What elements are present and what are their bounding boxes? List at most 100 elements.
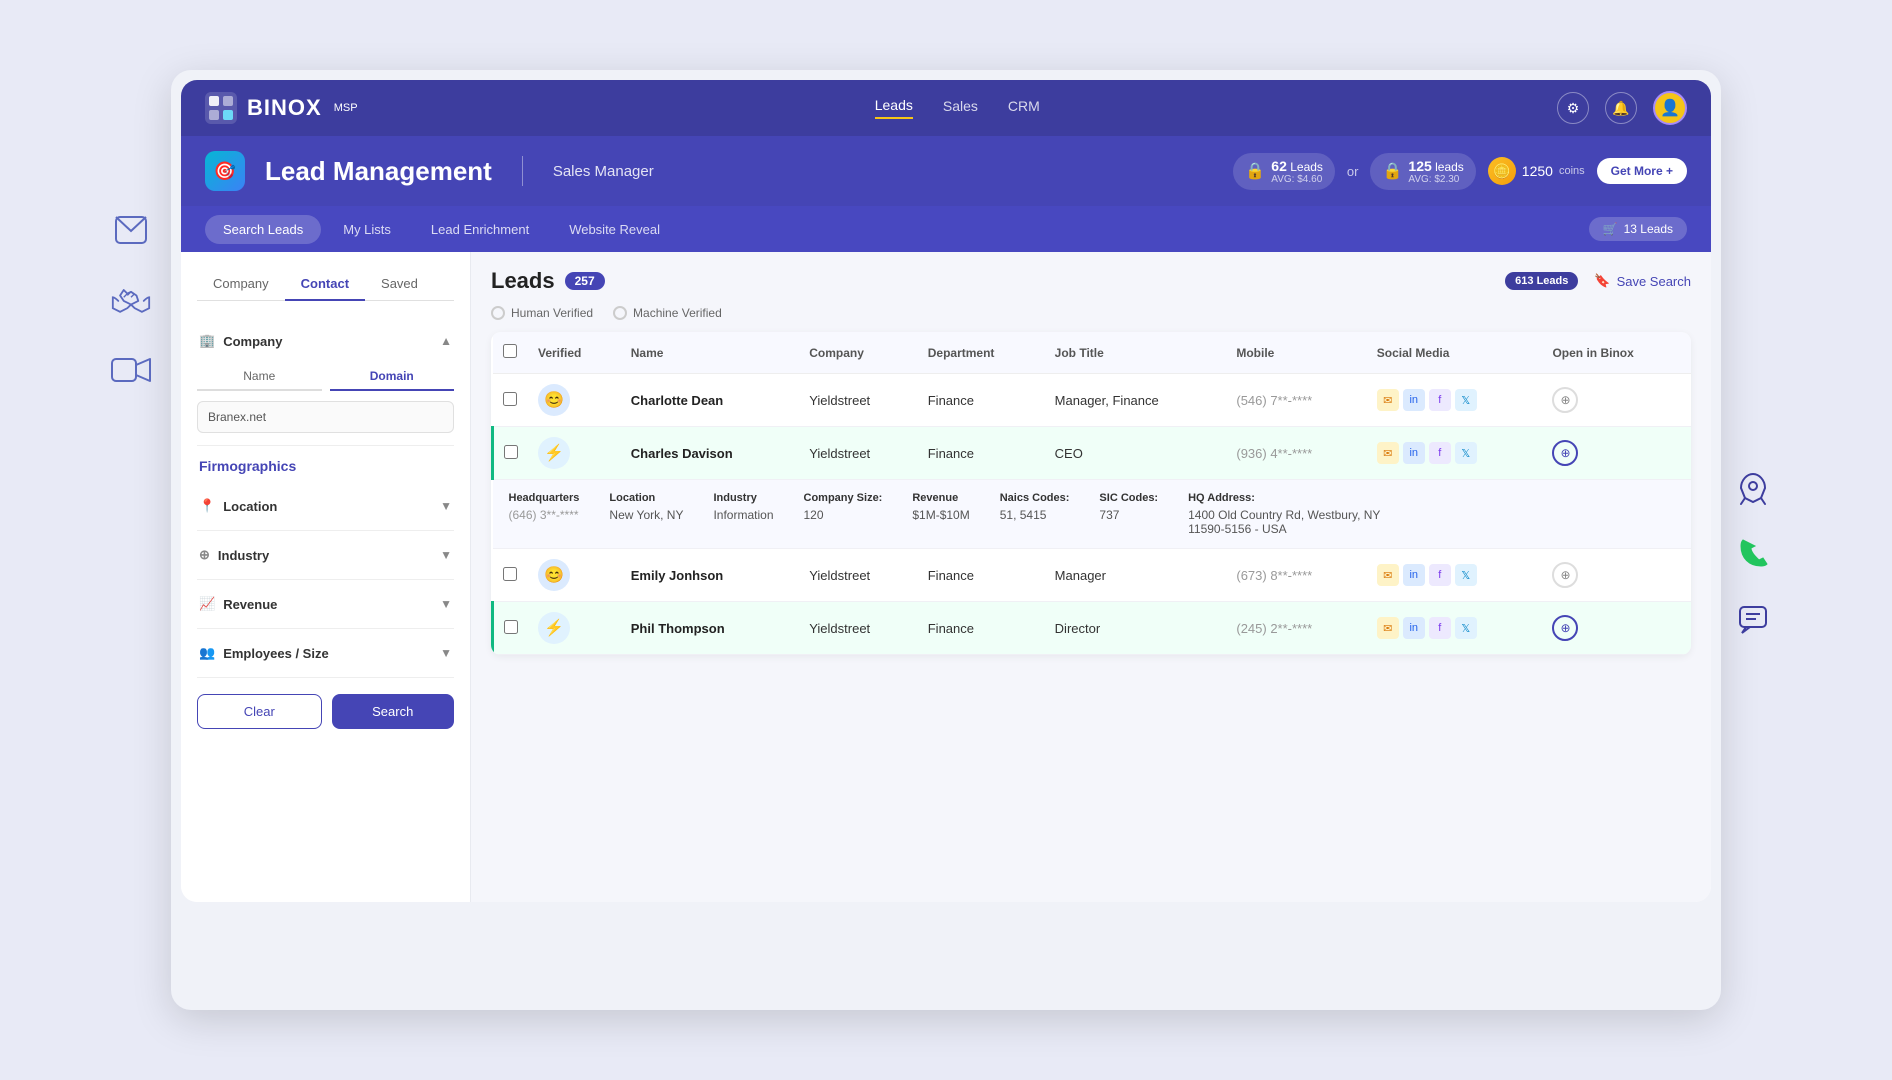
facebook-social-icon[interactable]: f (1429, 442, 1451, 464)
row-checkbox-0[interactable] (503, 392, 517, 406)
row-job-title: CEO (1045, 427, 1227, 480)
chat-icon[interactable] (1735, 602, 1771, 638)
revenue-chevron: ▼ (440, 597, 452, 611)
facebook-social-icon[interactable]: f (1429, 564, 1451, 586)
linkedin-social-icon[interactable]: in (1403, 442, 1425, 464)
notifications-icon-btn[interactable]: 🔔 (1605, 92, 1637, 124)
verified-icon: ⚡ (538, 612, 570, 644)
row-verified: 😊 (528, 374, 621, 427)
phone-masked: (546) 7**-**** (1236, 393, 1312, 408)
open-in-binox-btn[interactable]: ⊕ (1552, 615, 1578, 641)
th-verified: Verified (528, 332, 621, 374)
domain-input[interactable] (197, 401, 454, 433)
row-checkbox-1[interactable] (504, 445, 518, 459)
nav-sales[interactable]: Sales (943, 98, 978, 118)
row-job-title: Manager (1045, 549, 1227, 602)
leads-plan2-label: leads (1435, 160, 1464, 174)
twitter-social-icon[interactable]: 𝕏 (1455, 442, 1477, 464)
row-verified: ⚡ (528, 427, 621, 480)
open-in-binox-btn[interactable]: ⊕ (1552, 440, 1578, 466)
video-camera-icon[interactable] (111, 350, 151, 390)
email-social-icon[interactable]: ✉ (1377, 442, 1399, 464)
mail-icon[interactable] (111, 210, 151, 250)
employees-section-header[interactable]: 👥 Employees / Size ▼ (197, 641, 454, 665)
email-social-icon[interactable]: ✉ (1377, 564, 1399, 586)
leads-plan2-num: 125 (1408, 158, 1431, 174)
lead-name-text: Charles Davison (631, 446, 733, 461)
table-row[interactable]: ⚡ Phil Thompson Yieldstreet Finance Dire… (493, 602, 1692, 655)
cart-badge[interactable]: 🛒 13 Leads (1589, 217, 1687, 241)
sic-value: 737 (1099, 508, 1158, 522)
row-mobile: (546) 7**-**** (1226, 374, 1366, 427)
table-row[interactable]: 😊 Charlotte Dean Yieldstreet Finance Man… (493, 374, 1692, 427)
row-mobile: (673) 8**-**** (1226, 549, 1366, 602)
location-section-header[interactable]: 📍 Location ▼ (197, 494, 454, 518)
email-social-icon[interactable]: ✉ (1377, 389, 1399, 411)
twitter-social-icon[interactable]: 𝕏 (1455, 564, 1477, 586)
linkedin-social-icon[interactable]: in (1403, 617, 1425, 639)
tab-my-lists[interactable]: My Lists (325, 215, 409, 244)
sidebar-tab-contact[interactable]: Contact (285, 268, 365, 301)
nav-crm[interactable]: CRM (1008, 98, 1040, 118)
sidebar-tab-saved[interactable]: Saved (365, 268, 434, 301)
open-in-binox-btn[interactable]: ⊕ (1552, 562, 1578, 588)
logo-text: BINOX (247, 95, 322, 121)
linkedin-social-icon[interactable]: in (1403, 389, 1425, 411)
sidebar: Company Contact Saved 🏢 Company ▲ Name (181, 252, 471, 902)
settings-icon-btn[interactable]: ⚙ (1557, 92, 1589, 124)
sidebar-tab-company[interactable]: Company (197, 268, 285, 301)
table-row[interactable]: ⚡ Charles Davison Yieldstreet Finance CE… (493, 427, 1692, 480)
verified-row: Human Verified Machine Verified (491, 306, 1691, 320)
open-in-binox-btn[interactable]: ⊕ (1552, 387, 1578, 413)
row-open: ⊕ (1542, 549, 1691, 602)
linkedin-social-icon[interactable]: in (1403, 564, 1425, 586)
machine-verified-radio[interactable]: Machine Verified (613, 306, 722, 320)
tab-website-reveal[interactable]: Website Reveal (551, 215, 678, 244)
clear-button[interactable]: Clear (197, 694, 322, 729)
get-more-button[interactable]: Get More + (1597, 158, 1687, 184)
revenue-section-title: 📈 Revenue (199, 596, 277, 612)
nav-leads[interactable]: Leads (875, 97, 913, 119)
table-header-row: Verified Name Company Department Job Tit… (493, 332, 1692, 374)
revenue-section-header[interactable]: 📈 Revenue ▼ (197, 592, 454, 616)
industry-icon: ⊕ (199, 547, 210, 563)
phone-icon[interactable] (1735, 536, 1771, 572)
row-name: Charles Davison (621, 427, 799, 480)
select-all-checkbox[interactable] (503, 344, 517, 358)
page-icon: 🎯 (205, 151, 245, 191)
tab-lead-enrichment[interactable]: Lead Enrichment (413, 215, 547, 244)
twitter-social-icon[interactable]: 𝕏 (1455, 389, 1477, 411)
social-icons: ✉ in f 𝕏 (1377, 617, 1533, 639)
email-social-icon[interactable]: ✉ (1377, 617, 1399, 639)
revenue-section: 📈 Revenue ▼ (197, 580, 454, 629)
twitter-social-icon[interactable]: 𝕏 (1455, 617, 1477, 639)
human-verified-radio[interactable]: Human Verified (491, 306, 593, 320)
facebook-social-icon[interactable]: f (1429, 389, 1451, 411)
lead-name-text: Charlotte Dean (631, 393, 723, 408)
save-search-btn[interactable]: 🔖 Save Search (1594, 273, 1691, 289)
sic-label: SIC Codes: (1099, 492, 1158, 504)
industry-section-title: ⊕ Industry (199, 547, 269, 563)
sub-header: 🎯 Lead Management Sales Manager 🔒 62 Lea… (181, 136, 1711, 206)
coins-area: 🪙 1250 coins (1488, 157, 1585, 185)
verified-icon: 😊 (538, 559, 570, 591)
nav-links: Leads Sales CRM (875, 97, 1040, 119)
handshake-icon[interactable] (111, 280, 151, 320)
hq-phone-section: Headquarters (646) 3**-**** (509, 492, 580, 536)
domain-tab[interactable]: Domain (330, 363, 455, 391)
row-name: Charlotte Dean (621, 374, 799, 427)
company-section-header[interactable]: 🏢 Company ▲ (197, 329, 454, 353)
rocket-icon[interactable] (1735, 470, 1771, 506)
tab-search-leads[interactable]: Search Leads (205, 215, 321, 244)
location-icon: 📍 (199, 498, 215, 514)
user-avatar[interactable]: 👤 (1653, 91, 1687, 125)
industry-section-header[interactable]: ⊕ Industry ▼ (197, 543, 454, 567)
table-row[interactable]: 😊 Emily Jonhson Yieldstreet Finance Mana… (493, 549, 1692, 602)
revenue-section-detail: Revenue $1M-$10M (912, 492, 969, 536)
search-button[interactable]: Search (332, 694, 455, 729)
name-tab[interactable]: Name (197, 363, 322, 391)
row-job-title: Manager, Finance (1045, 374, 1227, 427)
facebook-social-icon[interactable]: f (1429, 617, 1451, 639)
row-checkbox-2[interactable] (503, 567, 517, 581)
row-checkbox-3[interactable] (504, 620, 518, 634)
